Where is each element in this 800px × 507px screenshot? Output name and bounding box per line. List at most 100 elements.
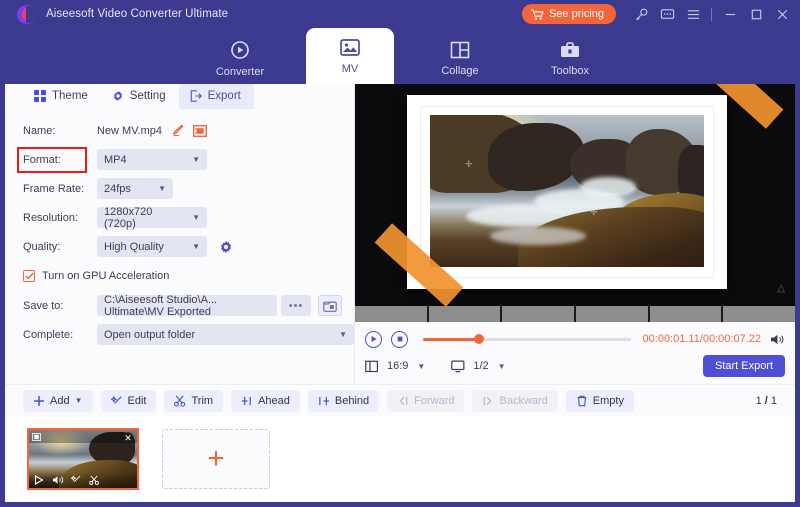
nav-tab-converter[interactable]: Converter bbox=[196, 32, 284, 84]
aspect-ratio-value: 16:9 bbox=[387, 360, 408, 372]
sparkle-mark: ⫶ bbox=[510, 208, 512, 219]
name-label: Name: bbox=[23, 125, 85, 137]
framerate-select[interactable]: 24fps ▼ bbox=[97, 178, 173, 199]
stop-button[interactable] bbox=[391, 331, 408, 348]
filmstrip-segment bbox=[576, 306, 648, 322]
clip-effects-icon[interactable] bbox=[71, 475, 82, 485]
aspect-ratio-selector[interactable]: 16:9 ▼ bbox=[365, 360, 425, 373]
clip-thumbnail[interactable]: ✕ bbox=[27, 428, 139, 490]
player-options-row: 16:9 ▼ 1/2 ▼ Start Export bbox=[355, 352, 795, 380]
menu-icon[interactable] bbox=[680, 3, 706, 25]
subtab-theme[interactable]: Theme bbox=[23, 84, 101, 109]
quality-select[interactable]: High Quality ▼ bbox=[97, 236, 207, 257]
quality-value: High Quality bbox=[104, 241, 164, 253]
quality-settings-gear-icon[interactable] bbox=[219, 240, 233, 254]
tool-empty[interactable]: Empty bbox=[566, 390, 634, 412]
grid-icon bbox=[34, 90, 46, 102]
seek-slider[interactable] bbox=[423, 338, 631, 341]
subtab-label-setting: Setting bbox=[130, 90, 166, 102]
nav-tab-toolbox[interactable]: Toolbox bbox=[526, 32, 614, 84]
nav-label-converter: Converter bbox=[216, 66, 264, 78]
screen-size-selector[interactable]: 1/2 ▼ bbox=[451, 360, 505, 373]
volume-button[interactable] bbox=[770, 333, 785, 346]
save-to-more-button[interactable]: ••• bbox=[281, 295, 311, 316]
sparkle-mark: ✛ bbox=[590, 207, 598, 218]
row-framerate: Frame Rate: 24fps ▼ bbox=[23, 176, 354, 201]
minimize-icon[interactable] bbox=[717, 3, 743, 25]
feedback-icon[interactable] bbox=[654, 3, 680, 25]
plus-icon bbox=[33, 395, 45, 407]
save-to-browse-button[interactable] bbox=[318, 295, 342, 316]
folder-icon bbox=[323, 300, 337, 312]
quality-label: Quality: bbox=[23, 241, 85, 253]
magic-wand-icon bbox=[111, 395, 123, 407]
warning-triangle-icon: △ bbox=[777, 283, 785, 294]
tool-add[interactable]: Add ▼ bbox=[23, 390, 93, 412]
pencil-icon[interactable] bbox=[171, 124, 184, 137]
save-to-label: Save to: bbox=[23, 300, 85, 312]
tool-label-empty: Empty bbox=[593, 395, 624, 407]
play-button[interactable] bbox=[365, 331, 382, 348]
tool-edit[interactable]: Edit bbox=[101, 390, 157, 412]
row-name: Name: New MV.mp4 bbox=[23, 118, 354, 143]
save-to-path[interactable]: C:\Aiseesoft Studio\A... Ultimate\MV Exp… bbox=[97, 295, 277, 316]
seek-progress bbox=[423, 338, 479, 341]
tool-behind[interactable]: Behind bbox=[308, 390, 379, 412]
gpu-acceleration-checkbox[interactable] bbox=[23, 270, 35, 282]
row-save-to: Save to: C:\Aiseesoft Studio\A... Ultima… bbox=[23, 293, 354, 318]
sub-tabs: Theme Setting Export bbox=[5, 84, 354, 109]
filmstrip-segment bbox=[502, 306, 574, 322]
subtab-setting[interactable]: Setting bbox=[101, 84, 179, 109]
subtab-export[interactable]: Export bbox=[179, 84, 254, 109]
page-current: 1 bbox=[756, 395, 762, 407]
volume-icon bbox=[770, 333, 785, 346]
complete-select[interactable]: Open output folder ▼ bbox=[97, 324, 354, 345]
start-export-button-preview[interactable]: Start Export bbox=[703, 355, 785, 377]
clip-trim-icon[interactable] bbox=[89, 475, 100, 485]
clip-volume-icon[interactable] bbox=[52, 475, 64, 485]
see-pricing-button[interactable]: See pricing bbox=[522, 4, 616, 24]
row-format: Format: MP4 ▼ bbox=[23, 147, 354, 172]
tool-trim[interactable]: Trim bbox=[164, 390, 223, 412]
chevron-down-icon: ▼ bbox=[498, 362, 506, 371]
clip-actions bbox=[29, 472, 137, 488]
seek-handle[interactable] bbox=[474, 334, 484, 344]
resolution-select[interactable]: 1280x720 (720p) ▼ bbox=[97, 207, 207, 228]
clip-play-icon[interactable] bbox=[34, 475, 45, 485]
nav-label-mv: MV bbox=[342, 63, 359, 75]
video-preview[interactable]: ✛ ⫶ ✛ △ bbox=[355, 84, 795, 306]
maximize-icon[interactable] bbox=[743, 3, 769, 25]
nav-tab-mv[interactable]: MV bbox=[306, 28, 394, 84]
trash-icon bbox=[576, 395, 588, 407]
filmstrip-segment bbox=[723, 306, 795, 322]
export-icon bbox=[190, 90, 202, 102]
nav-label-collage: Collage bbox=[441, 65, 478, 77]
add-clip-placeholder[interactable]: + bbox=[162, 429, 270, 489]
nav-label-toolbox: Toolbox bbox=[551, 65, 589, 77]
titlebar-divider bbox=[711, 8, 712, 21]
close-icon[interactable] bbox=[769, 3, 795, 25]
tool-ahead[interactable]: Ahead bbox=[231, 390, 300, 412]
media-icon[interactable] bbox=[193, 125, 207, 137]
row-quality: Quality: High Quality ▼ bbox=[23, 234, 354, 259]
chevron-down-icon: ▼ bbox=[182, 156, 200, 164]
export-form: Name: New MV.mp4 Format: MP4 ▼ bbox=[5, 109, 354, 347]
stop-icon bbox=[396, 335, 404, 343]
timecode-display: 00:00:01.11/00:00:07.22 bbox=[643, 333, 761, 345]
resolution-value: 1280x720 (720p) bbox=[104, 206, 182, 230]
page-separator: / bbox=[765, 395, 768, 407]
subtab-label-theme: Theme bbox=[52, 90, 88, 102]
resolution-label: Resolution: bbox=[23, 212, 85, 224]
key-icon[interactable] bbox=[628, 3, 654, 25]
move-backward-icon bbox=[482, 395, 494, 407]
tool-label-add: Add bbox=[50, 395, 70, 407]
clip-remove-button[interactable]: ✕ bbox=[122, 432, 134, 444]
nav-tab-collage[interactable]: Collage bbox=[416, 32, 504, 84]
sparkle-mark: ✛ bbox=[465, 159, 473, 170]
application-window: Aiseesoft Video Converter Ultimate See p… bbox=[0, 0, 800, 507]
format-select[interactable]: MP4 ▼ bbox=[97, 149, 207, 170]
player-transport-row: 00:00:01.11/00:00:07.22 bbox=[355, 322, 795, 352]
timeline-filmstrip[interactable] bbox=[355, 306, 795, 322]
player-controls: 00:00:01.11/00:00:07.22 1 bbox=[355, 322, 795, 384]
row-complete: Complete: Open output folder ▼ bbox=[23, 322, 354, 347]
